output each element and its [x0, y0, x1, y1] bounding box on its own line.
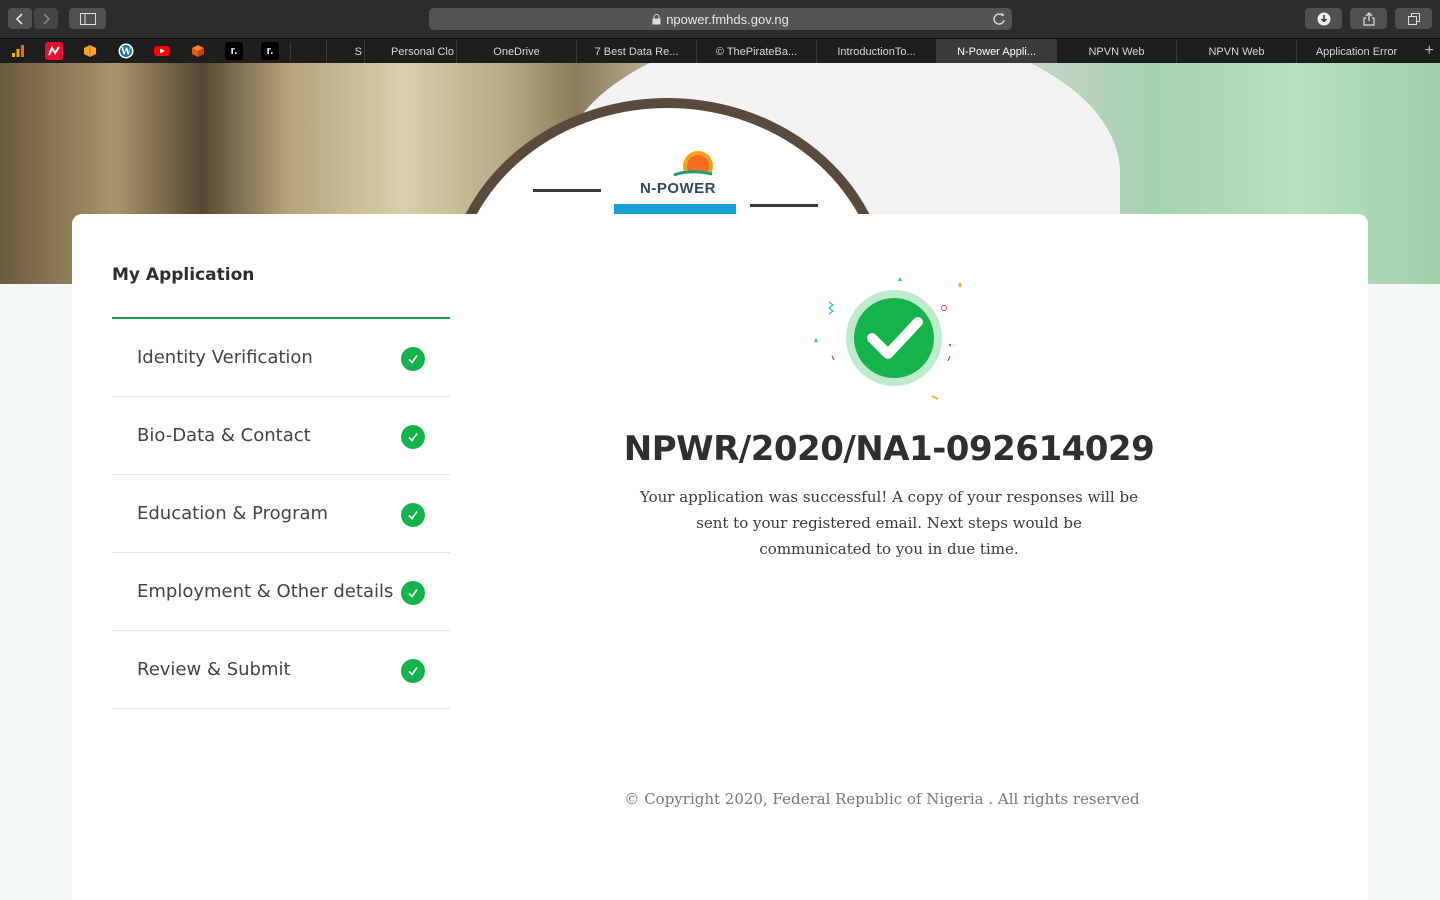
- new-tab-button[interactable]: +: [1425, 43, 1434, 59]
- step-label: Education & Program: [137, 503, 329, 524]
- step-label: Review & Submit: [137, 659, 291, 680]
- hero-line: [750, 204, 818, 207]
- step-employment-other-details[interactable]: Employment & Other details: [112, 553, 450, 631]
- chevron-right-icon: [43, 12, 51, 25]
- step-bio-data-contact[interactable]: Bio-Data & Contact: [112, 397, 450, 475]
- success-message: Your application was successful! A copy …: [640, 488, 1138, 558]
- sidebar-icon: [79, 12, 96, 25]
- check-circle-icon: [401, 503, 425, 527]
- success-check-icon: [814, 277, 962, 400]
- step-review-submit[interactable]: Review & Submit: [112, 631, 450, 709]
- wordpress-icon[interactable]: W: [117, 42, 135, 60]
- check-circle-icon: [401, 347, 425, 371]
- youtube-icon[interactable]: [153, 42, 171, 60]
- svg-text:W: W: [120, 48, 132, 58]
- tab-item[interactable]: NPVN Web: [1176, 39, 1296, 64]
- check-circle-icon: [401, 659, 425, 683]
- reload-icon[interactable]: [992, 12, 1006, 26]
- share-button[interactable]: [1350, 8, 1387, 29]
- downloads-button[interactable]: [1305, 8, 1342, 29]
- tab-bar: W r. r. S Personal Clo OneDrive 7 Best D…: [0, 38, 1440, 64]
- step-label: Employment & Other details: [137, 581, 394, 602]
- address-bar[interactable]: npower.fmhds.gov.ng: [429, 8, 1012, 30]
- r-icon[interactable]: r.: [261, 42, 279, 60]
- check-circle-icon: [401, 581, 425, 605]
- tab-item[interactable]: S: [326, 39, 364, 64]
- tab-item[interactable]: 7 Best Data Re...: [576, 39, 696, 64]
- application-reference-number: NPWR/2020/NA1-092614029: [623, 429, 1155, 469]
- step-label: Bio-Data & Contact: [137, 425, 311, 446]
- hero-line: [533, 189, 601, 192]
- back-button[interactable]: [8, 8, 32, 29]
- blank-icon[interactable]: [290, 42, 308, 60]
- download-icon: [1317, 12, 1330, 25]
- step-label: Identity Verification: [137, 347, 313, 368]
- tab-item[interactable]: © ThePirateBa...: [696, 39, 816, 64]
- tab-item[interactable]: IntroductionTo...: [816, 39, 936, 64]
- chevron-left-icon: [15, 12, 23, 25]
- lock-icon: [652, 13, 661, 24]
- step-identity-verification[interactable]: Identity Verification: [112, 319, 450, 397]
- app-icon[interactable]: [45, 42, 63, 60]
- analytics-icon[interactable]: [9, 42, 27, 60]
- tabs-icon: [1407, 12, 1420, 25]
- npower-logo-text: N-POWER: [640, 180, 716, 197]
- tab-item[interactable]: Personal Clo: [364, 39, 456, 64]
- forward-button[interactable]: [34, 8, 58, 29]
- sidebar-toggle-button[interactable]: [69, 8, 106, 29]
- tab-item[interactable]: Application Error: [1296, 39, 1416, 64]
- tab-item-active[interactable]: N-Power Appli...: [936, 39, 1056, 64]
- application-card: My Application Identity Verification Bio…: [72, 214, 1368, 900]
- tab-item[interactable]: OneDrive: [456, 39, 576, 64]
- tab-item[interactable]: NPVN Web: [1056, 39, 1176, 64]
- box-icon[interactable]: [81, 42, 99, 60]
- cube-icon[interactable]: [189, 42, 207, 60]
- url-text: npower.fmhds.gov.ng: [666, 11, 789, 27]
- r-icon[interactable]: r.: [225, 42, 243, 60]
- browser-toolbar: npower.fmhds.gov.ng: [0, 0, 1440, 38]
- share-icon: [1362, 11, 1375, 26]
- step-education-program[interactable]: Education & Program: [112, 475, 450, 553]
- tabs-overview-button[interactable]: [1395, 8, 1432, 29]
- sidebar-title: My Application: [112, 265, 255, 285]
- copyright-footer: © Copyright 2020, Federal Republic of Ni…: [624, 790, 1140, 808]
- check-circle-icon: [401, 425, 425, 449]
